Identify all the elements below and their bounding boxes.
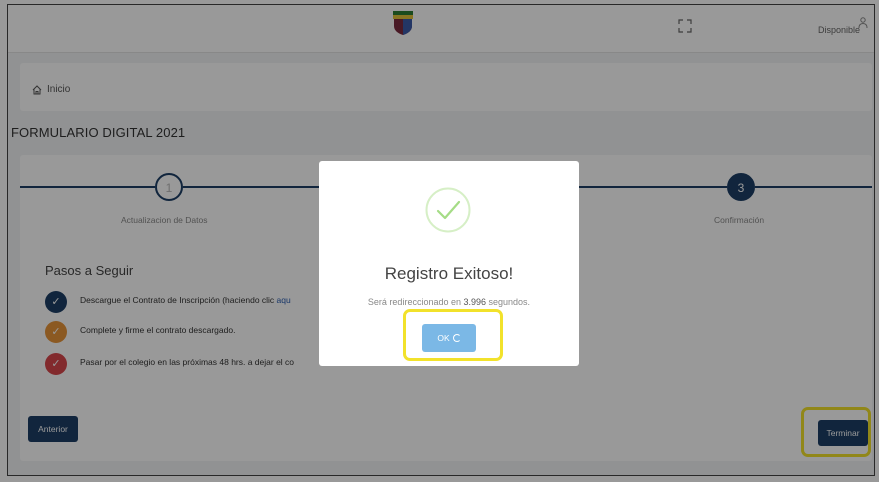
loading-spinner-icon xyxy=(452,334,461,342)
ok-button-label: OK xyxy=(437,333,450,343)
dialog-message: Será redireccionado en 3.996 segundos. xyxy=(319,297,579,307)
dialog-message-prefix: Será redireccionado en xyxy=(367,297,464,307)
success-dialog: Registro Exitoso! Será redireccionado en… xyxy=(319,161,579,366)
success-check-icon xyxy=(425,187,471,233)
dialog-message-suffix: segundos. xyxy=(486,297,531,307)
countdown-seconds: 3.996 xyxy=(463,297,487,307)
ok-button[interactable]: OK xyxy=(422,324,476,352)
dialog-title: Registro Exitoso! xyxy=(384,264,514,283)
